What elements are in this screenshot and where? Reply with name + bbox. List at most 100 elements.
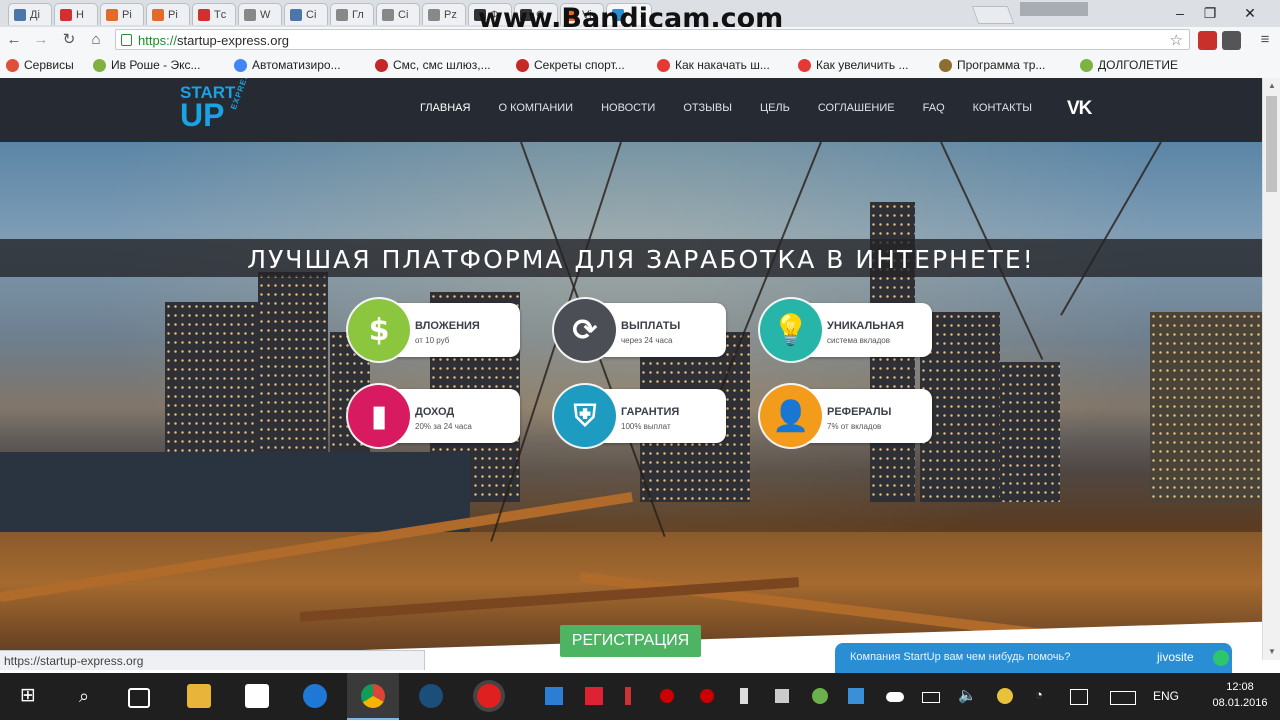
- back-button[interactable]: ←: [4, 30, 24, 50]
- file-explorer-icon[interactable]: [187, 684, 211, 708]
- onedrive-icon[interactable]: [886, 692, 904, 702]
- clock[interactable]: 12:08 08.01.2016: [1200, 679, 1280, 711]
- tray-icon[interactable]: [997, 688, 1013, 704]
- bookmark-label: Как накачать ш...: [675, 58, 770, 72]
- bookmark-item[interactable]: Программа тр...: [939, 58, 1045, 72]
- language-indicator[interactable]: ENG: [1153, 689, 1179, 703]
- new-tab-button[interactable]: [971, 6, 1015, 24]
- register-button[interactable]: РЕГИСТРАЦИЯ: [560, 625, 701, 657]
- browser-tab[interactable]: Сi: [376, 3, 420, 25]
- tray-icon[interactable]: [660, 689, 674, 703]
- chat-widget[interactable]: Компания StartUp вам чем нибудь помочь? …: [835, 643, 1232, 673]
- tray-icon[interactable]: [625, 687, 631, 705]
- tray-icon[interactable]: [775, 689, 789, 703]
- bookmark-label: Программа тр...: [957, 58, 1046, 72]
- bandicam-icon[interactable]: [477, 684, 501, 708]
- extension-icon[interactable]: [1198, 31, 1217, 50]
- nav-link[interactable]: ОТЗЫВЫ: [683, 102, 732, 114]
- close-window-button[interactable]: ✕: [1235, 3, 1265, 23]
- favicon-icon: [382, 8, 394, 21]
- tab-label: Гл: [352, 8, 364, 21]
- nav-link[interactable]: ГЛАВНАЯ: [420, 102, 470, 114]
- nav-link[interactable]: О КОМПАНИИ: [498, 102, 573, 114]
- feature-title: ГАРАНТИЯ: [621, 406, 680, 418]
- tray-icon[interactable]: [585, 687, 603, 705]
- scroll-down-arrow[interactable]: ▼: [1263, 644, 1280, 660]
- feature-subtitle: через 24 часа: [621, 336, 673, 345]
- bookmark-item[interactable]: Как накачать ш...: [657, 58, 770, 72]
- tray-icon[interactable]: [848, 688, 864, 704]
- bookmark-item[interactable]: Сервисы: [6, 58, 74, 72]
- forward-button[interactable]: →: [31, 30, 51, 50]
- browser-tab[interactable]: Н: [54, 3, 98, 25]
- tab-strip: Дi Н Рі Рі Тc W Сi Гл Сi Рz Ф Ф Vi × www.Bandicam.com…: [0, 0, 1280, 34]
- feature-subtitle: система вкладов: [827, 336, 890, 345]
- bookmark-label: ДОЛГОЛЕТИЕ: [1098, 58, 1179, 72]
- browser-tab[interactable]: Рz: [422, 3, 466, 25]
- browser-tab[interactable]: W: [238, 3, 282, 25]
- vk-icon[interactable]: VK: [1067, 98, 1092, 120]
- feature-subtitle: от 10 руб: [415, 336, 450, 345]
- battery-icon[interactable]: [922, 692, 940, 703]
- bookmark-star-icon[interactable]: ☆: [1170, 31, 1183, 49]
- reload-button[interactable]: ↻: [59, 30, 79, 50]
- nav-link[interactable]: FAQ: [923, 102, 945, 114]
- scroll-up-arrow[interactable]: ▲: [1263, 78, 1280, 94]
- profile-button[interactable]: [1020, 2, 1088, 16]
- feature-title: ВЫПЛАТЫ: [621, 320, 681, 332]
- menu-icon[interactable]: ≡: [1255, 30, 1275, 50]
- nav-link[interactable]: НОВОСТИ: [601, 102, 655, 114]
- tab-label: Тc: [214, 8, 227, 21]
- edge-icon[interactable]: [303, 684, 327, 708]
- extension-icon[interactable]: [1222, 31, 1241, 50]
- bookmark-label: Секреты спорт...: [534, 58, 625, 72]
- site-logo[interactable]: START UP EXPRESS: [180, 78, 253, 131]
- browser-tab[interactable]: Сi: [284, 3, 328, 25]
- tray-icon[interactable]: [545, 687, 563, 705]
- bookmark-item[interactable]: Как увеличить ...: [798, 58, 909, 72]
- headline: ЛУЧШАЯ ПЛАТФОРМА ДЛЯ ЗАРАБОТКА В ИНТЕРНЕ…: [247, 245, 1035, 274]
- scroll-thumb[interactable]: [1266, 96, 1277, 192]
- browser-tab[interactable]: Тc: [192, 3, 236, 25]
- browser-tab[interactable]: Рі: [146, 3, 190, 25]
- keyboard-icon[interactable]: [1110, 691, 1136, 705]
- tab-label: W: [260, 8, 271, 21]
- start-button[interactable]: ⊞: [16, 684, 40, 708]
- bookmark-item[interactable]: Ив Роше - Экс...: [93, 58, 200, 72]
- wifi-icon[interactable]: ◔: [1035, 687, 1043, 702]
- volume-icon[interactable]: 🔈: [958, 686, 977, 704]
- bookmark-item[interactable]: Смс, смс шлюз,...: [375, 58, 491, 72]
- tray-icon[interactable]: [812, 688, 828, 704]
- nav-link[interactable]: ЦЕЛЬ: [760, 102, 790, 114]
- tab-label: Н: [76, 8, 84, 21]
- bookmark-label: Смс, смс шлюз,...: [393, 58, 491, 72]
- bookmark-label: Как увеличить ...: [816, 58, 909, 72]
- tray-icon[interactable]: [740, 688, 748, 704]
- site-header: START UP EXPRESS ГЛАВНАЯ О КОМПАНИИ НОВОСТ…: [0, 78, 1262, 142]
- tray-icon[interactable]: [700, 689, 714, 703]
- page-scrollbar[interactable]: ▲ ▼: [1262, 78, 1280, 660]
- search-icon[interactable]: ⌕: [72, 684, 96, 708]
- bookmark-item[interactable]: Секреты спорт...: [516, 58, 625, 72]
- chrome-icon[interactable]: [361, 684, 385, 708]
- browser-tab[interactable]: Дi: [8, 3, 52, 25]
- bookmark-item[interactable]: ДОЛГОЛЕТИЕ: [1080, 58, 1178, 72]
- bookmark-item[interactable]: Автоматизиро...: [234, 58, 341, 72]
- app-icon[interactable]: [419, 684, 443, 708]
- task-view-icon[interactable]: [128, 688, 150, 708]
- address-bar[interactable]: https://startup-express.org ☆: [115, 29, 1190, 50]
- home-icon[interactable]: ⌂: [86, 30, 106, 50]
- nav-link[interactable]: КОНТАКТЫ: [973, 102, 1032, 114]
- browser-toolbar: ← → ↻ ⌂ https://startup-express.org ☆ ≡: [0, 27, 1280, 54]
- bookmark-favicon-icon: [516, 58, 529, 72]
- nav-link[interactable]: СОГЛАШЕНИЕ: [818, 102, 895, 114]
- store-icon[interactable]: [245, 684, 269, 708]
- maximize-button[interactable]: ❐: [1195, 3, 1225, 23]
- favicon-icon: [60, 8, 72, 21]
- browser-tab[interactable]: Рі: [100, 3, 144, 25]
- refresh-icon: ⟳: [554, 299, 616, 361]
- notifications-icon[interactable]: [1070, 689, 1088, 705]
- bookmark-favicon-icon: [93, 58, 106, 72]
- minimize-button[interactable]: –: [1165, 3, 1195, 23]
- browser-tab[interactable]: Гл: [330, 3, 374, 25]
